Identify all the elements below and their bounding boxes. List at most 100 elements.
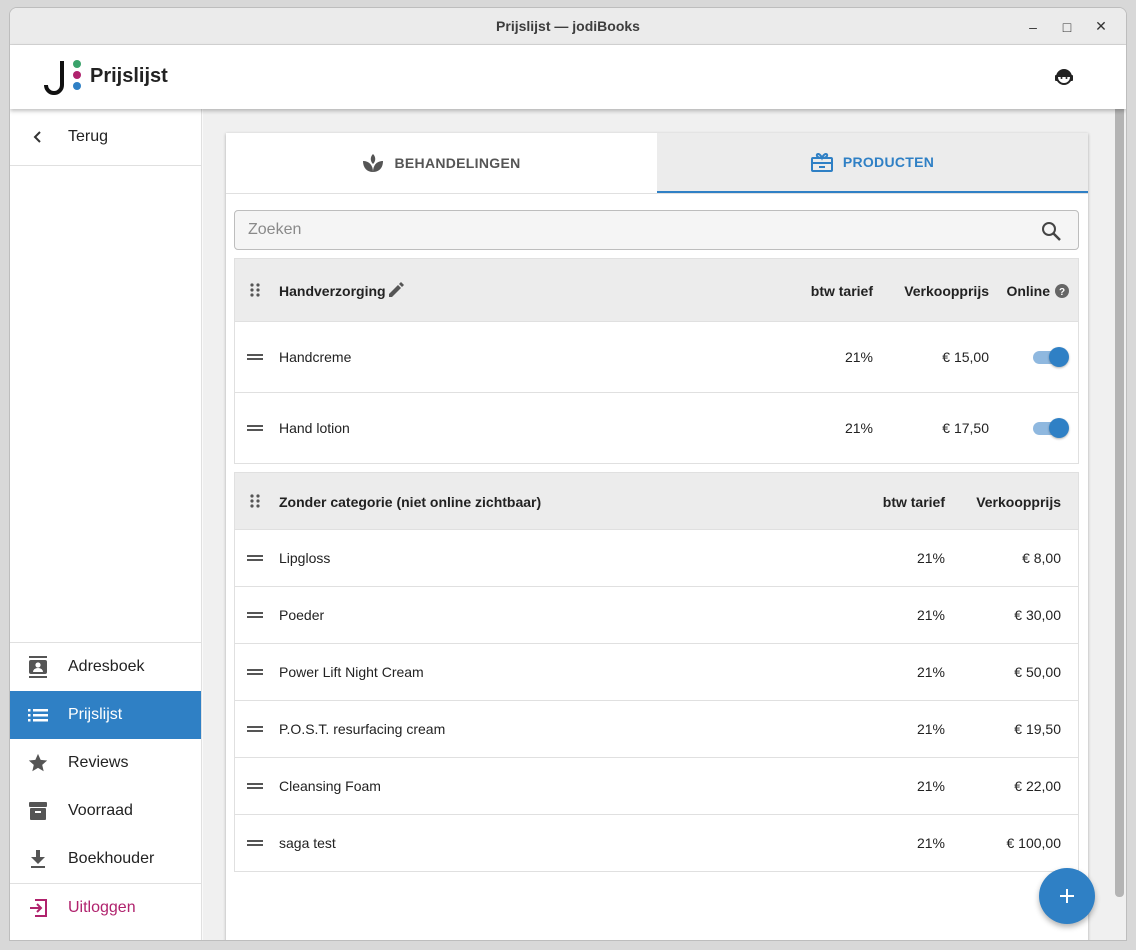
- column-header-price: Verkoopprijs: [904, 283, 989, 299]
- product-vat: 21%: [916, 721, 945, 737]
- category-handverzorging: Handverzorging btw tarief Verkoopprijs O…: [234, 258, 1079, 464]
- scrollbar[interactable]: [1112, 57, 1126, 940]
- window-title: Prijslijst — jodiBooks: [496, 18, 640, 34]
- back-button[interactable]: Terug: [10, 109, 201, 166]
- product-vat: 21%: [916, 835, 945, 851]
- tab-label: BEHANDELINGEN: [394, 155, 521, 171]
- product-vat: 21%: [916, 778, 945, 794]
- product-name: Hand lotion: [279, 420, 350, 436]
- sidebar-item-adresboek[interactable]: Adresboek: [10, 643, 201, 691]
- product-name: P.O.S.T. resurfacing cream: [279, 721, 446, 737]
- product-price: € 17,50: [942, 420, 989, 436]
- search-icon[interactable]: [1040, 220, 1062, 242]
- table-row[interactable]: saga test 21% € 100,00: [235, 815, 1078, 872]
- table-row[interactable]: Power Lift Night Cream 21% € 50,00: [235, 644, 1078, 701]
- list-icon: [26, 703, 50, 727]
- toggle-knob: [1049, 347, 1069, 367]
- sidebar-item-label: Voorraad: [68, 802, 133, 819]
- tab-behandelingen[interactable]: BEHANDELINGEN: [226, 133, 657, 193]
- sidebar-item-reviews[interactable]: Reviews: [10, 739, 201, 787]
- column-header-online: Online: [1006, 283, 1050, 299]
- scrollbar-thumb[interactable]: [1115, 61, 1124, 897]
- table-row[interactable]: Handcreme 21% € 15,00: [235, 322, 1078, 393]
- sidebar-item-boekhouder[interactable]: Boekhouder: [10, 835, 201, 883]
- page-title: Prijslijst: [90, 65, 168, 87]
- jodibooks-logo-icon: [44, 60, 81, 95]
- window-controls: – □ ✕: [1016, 8, 1118, 45]
- product-name: Cleansing Foam: [279, 778, 381, 794]
- category-header: Zonder categorie (niet online zichtbaar)…: [235, 473, 1078, 530]
- online-toggle[interactable]: [1031, 417, 1069, 439]
- sidebar-item-label: Adresboek: [68, 658, 145, 675]
- close-icon[interactable]: ✕: [1084, 18, 1118, 35]
- product-price: € 8,00: [1022, 550, 1061, 566]
- product-price: € 19,50: [1014, 721, 1061, 737]
- drag-indicator-icon[interactable]: [247, 493, 263, 509]
- plus-icon: [1060, 889, 1074, 903]
- minimize-icon[interactable]: –: [1016, 19, 1050, 35]
- add-product-button[interactable]: [1039, 868, 1095, 924]
- logout-button[interactable]: Uitloggen: [10, 883, 201, 931]
- product-name: Handcreme: [279, 349, 352, 365]
- window-titlebar: Prijslijst — jodiBooks – □ ✕: [10, 8, 1126, 45]
- product-vat: 21%: [844, 349, 873, 365]
- product-vat: 21%: [916, 664, 945, 680]
- tab-label: PRODUCTEN: [842, 154, 935, 170]
- table-row[interactable]: Hand lotion 21% € 17,50: [235, 393, 1078, 464]
- table-row[interactable]: Cleansing Foam 21% € 22,00: [235, 758, 1078, 815]
- drag-indicator-icon[interactable]: [247, 282, 263, 298]
- sidebar-item-label: Reviews: [68, 754, 129, 771]
- product-price: € 15,00: [942, 349, 989, 365]
- online-toggle[interactable]: [1031, 346, 1069, 368]
- product-name: Power Lift Night Cream: [279, 664, 424, 680]
- product-price: € 50,00: [1014, 664, 1061, 680]
- drag-handle-icon[interactable]: [247, 612, 263, 618]
- sidebar-nav: Adresboek Prijslijst Reviews Voorraad Bo…: [10, 642, 201, 931]
- app-window: Prijslijst — jodiBooks – □ ✕ Prijslijst: [9, 7, 1127, 941]
- maximize-icon[interactable]: □: [1050, 19, 1084, 35]
- product-name: Lipgloss: [279, 550, 331, 566]
- spa-icon: [362, 152, 384, 174]
- column-header-vat: btw tarief: [882, 494, 945, 510]
- edit-pencil-icon[interactable]: [387, 281, 405, 299]
- product-vat: 21%: [916, 607, 945, 623]
- category-zonder-categorie: Zonder categorie (niet online zichtbaar)…: [234, 472, 1079, 872]
- sidebar-item-label: Prijslijst: [68, 706, 123, 723]
- drag-handle-icon[interactable]: [247, 840, 263, 846]
- product-price: € 30,00: [1014, 607, 1061, 623]
- table-row[interactable]: Lipgloss 21% € 8,00: [235, 530, 1078, 587]
- product-vat: 21%: [844, 420, 873, 436]
- tab-bar: BEHANDELINGEN PRODUCTEN: [226, 133, 1088, 194]
- category-title: Handverzorging: [279, 283, 386, 299]
- product-price: € 22,00: [1014, 778, 1061, 794]
- support-headset-icon[interactable]: [1052, 65, 1076, 89]
- product-name: saga test: [279, 835, 336, 851]
- contact-book-icon: [26, 655, 50, 679]
- category-header: Handverzorging btw tarief Verkoopprijs O…: [235, 259, 1078, 322]
- main-content: BEHANDELINGEN PRODUCTEN Handverzorging: [203, 109, 1112, 940]
- download-icon: [26, 847, 50, 871]
- table-row[interactable]: Poeder 21% € 30,00: [235, 587, 1078, 644]
- search-input[interactable]: [235, 211, 1078, 249]
- logout-icon: [26, 896, 50, 920]
- help-icon[interactable]: ?: [1055, 284, 1069, 298]
- back-label: Terug: [68, 128, 109, 145]
- sidebar-item-prijslijst[interactable]: Prijslijst: [10, 691, 201, 739]
- product-name: Poeder: [279, 607, 325, 623]
- drag-handle-icon[interactable]: [247, 555, 263, 561]
- table-row[interactable]: P.O.S.T. resurfacing cream 21% € 19,50: [235, 701, 1078, 758]
- drag-handle-icon[interactable]: [247, 783, 263, 789]
- logout-label: Uitloggen: [68, 898, 136, 916]
- sidebar-item-voorraad[interactable]: Voorraad: [10, 787, 201, 835]
- gift-box-icon: [810, 151, 833, 173]
- drag-handle-icon[interactable]: [247, 425, 263, 431]
- star-icon: [26, 751, 50, 775]
- drag-handle-icon[interactable]: [247, 354, 263, 360]
- product-price: € 100,00: [1006, 835, 1062, 851]
- drag-handle-icon[interactable]: [247, 669, 263, 675]
- drag-handle-icon[interactable]: [247, 726, 263, 732]
- search-field: [234, 210, 1079, 250]
- tab-producten[interactable]: PRODUCTEN: [657, 133, 1088, 193]
- app-bar: Prijslijst: [10, 45, 1126, 109]
- archive-box-icon: [26, 799, 50, 823]
